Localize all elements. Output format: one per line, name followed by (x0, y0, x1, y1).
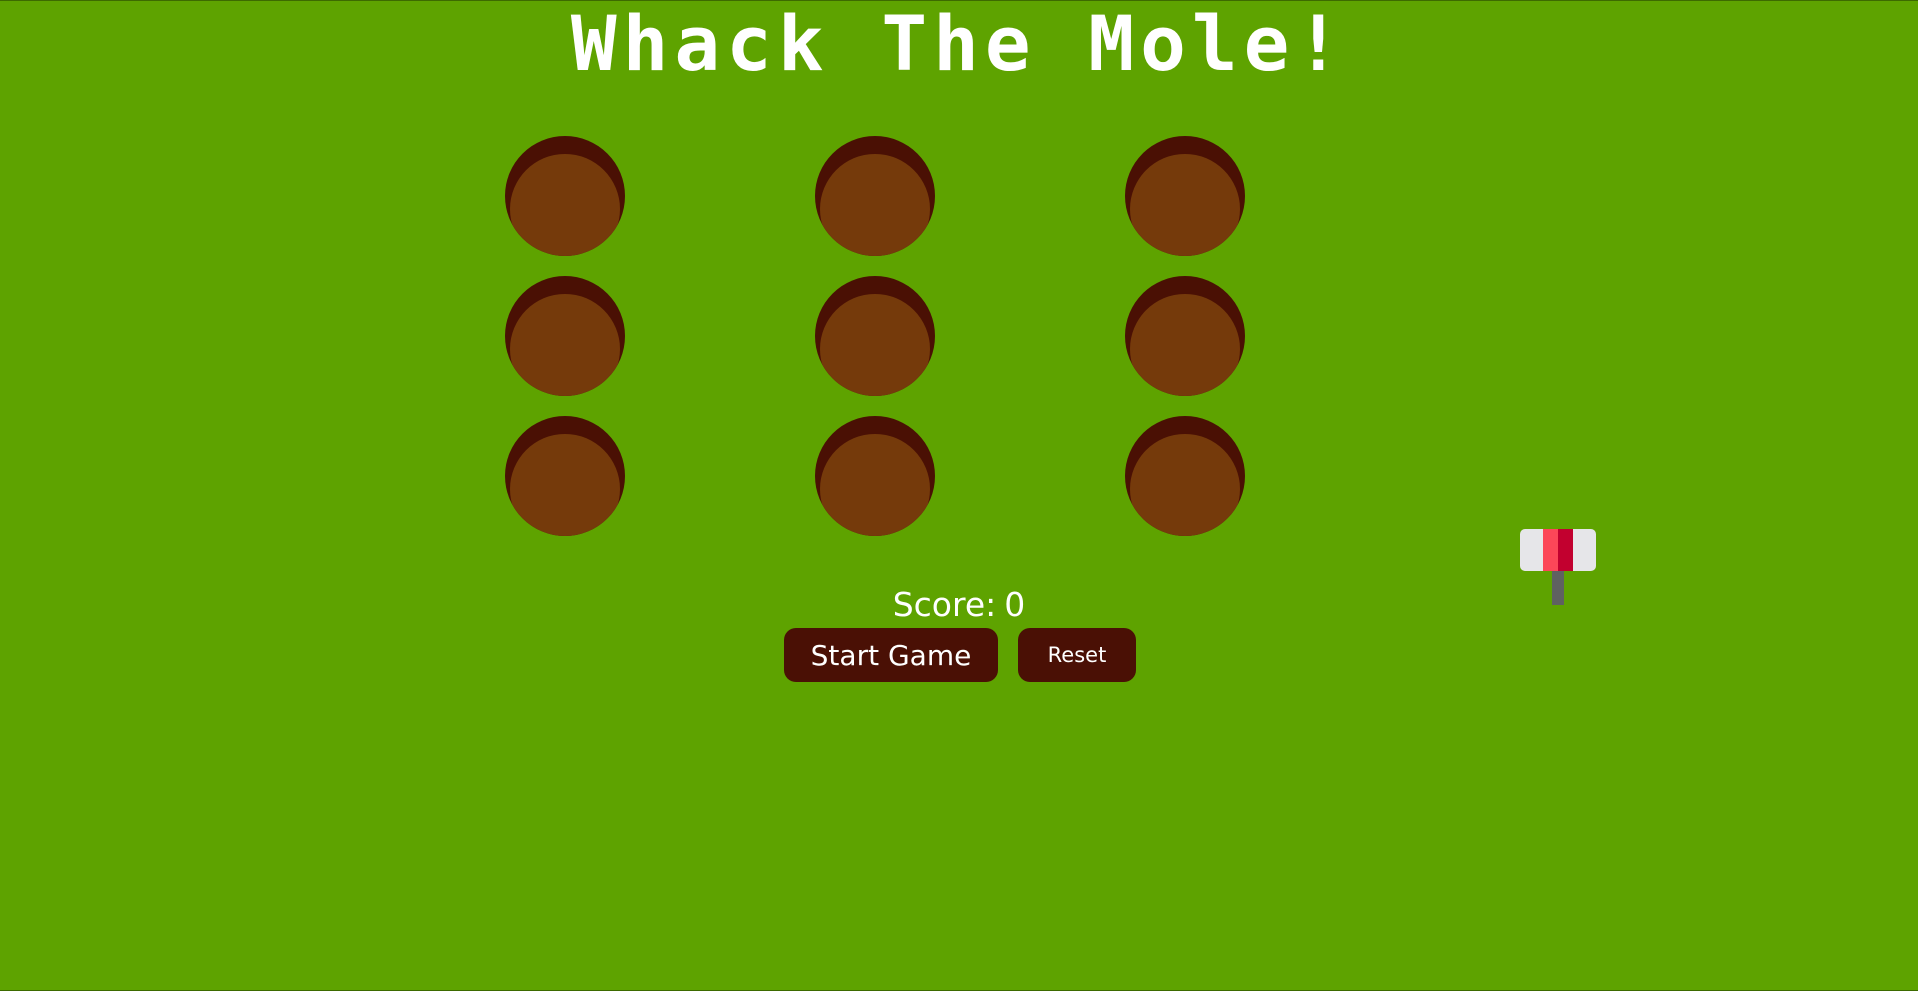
hole-dirt (1130, 154, 1240, 256)
hammer-head (1520, 529, 1596, 571)
mole-hole-7[interactable] (505, 416, 625, 536)
mole-hole-6[interactable] (1125, 276, 1245, 396)
hole-dirt (820, 154, 930, 256)
score-display: Score: 0 (0, 583, 1918, 627)
hole-dirt (510, 434, 620, 536)
score-value: 0 (1004, 585, 1026, 624)
mole-hole-5[interactable] (815, 276, 935, 396)
hole-dirt (1130, 294, 1240, 396)
mole-hole-8[interactable] (815, 416, 935, 536)
score-label: Score: (892, 585, 997, 624)
reset-button[interactable]: Reset (1018, 628, 1136, 682)
mole-hole-2[interactable] (815, 136, 935, 256)
hole-dirt (1130, 434, 1240, 536)
mole-hole-4[interactable] (505, 276, 625, 396)
hole-dirt (510, 294, 620, 396)
mole-hole-3[interactable] (1125, 136, 1245, 256)
hole-dirt (510, 154, 620, 256)
mole-hole-1[interactable] (505, 136, 625, 256)
hammer-handle (1552, 571, 1564, 605)
start-game-button[interactable]: Start Game (784, 628, 998, 682)
hammer-stripe-light (1543, 529, 1558, 571)
mole-hole-9[interactable] (1125, 416, 1245, 536)
hole-dirt (820, 294, 930, 396)
game-title: Whack The Mole! (570, 0, 1348, 88)
hammer-stripe-dark (1558, 529, 1573, 571)
hole-dirt (820, 434, 930, 536)
hammer-icon (1520, 529, 1596, 605)
